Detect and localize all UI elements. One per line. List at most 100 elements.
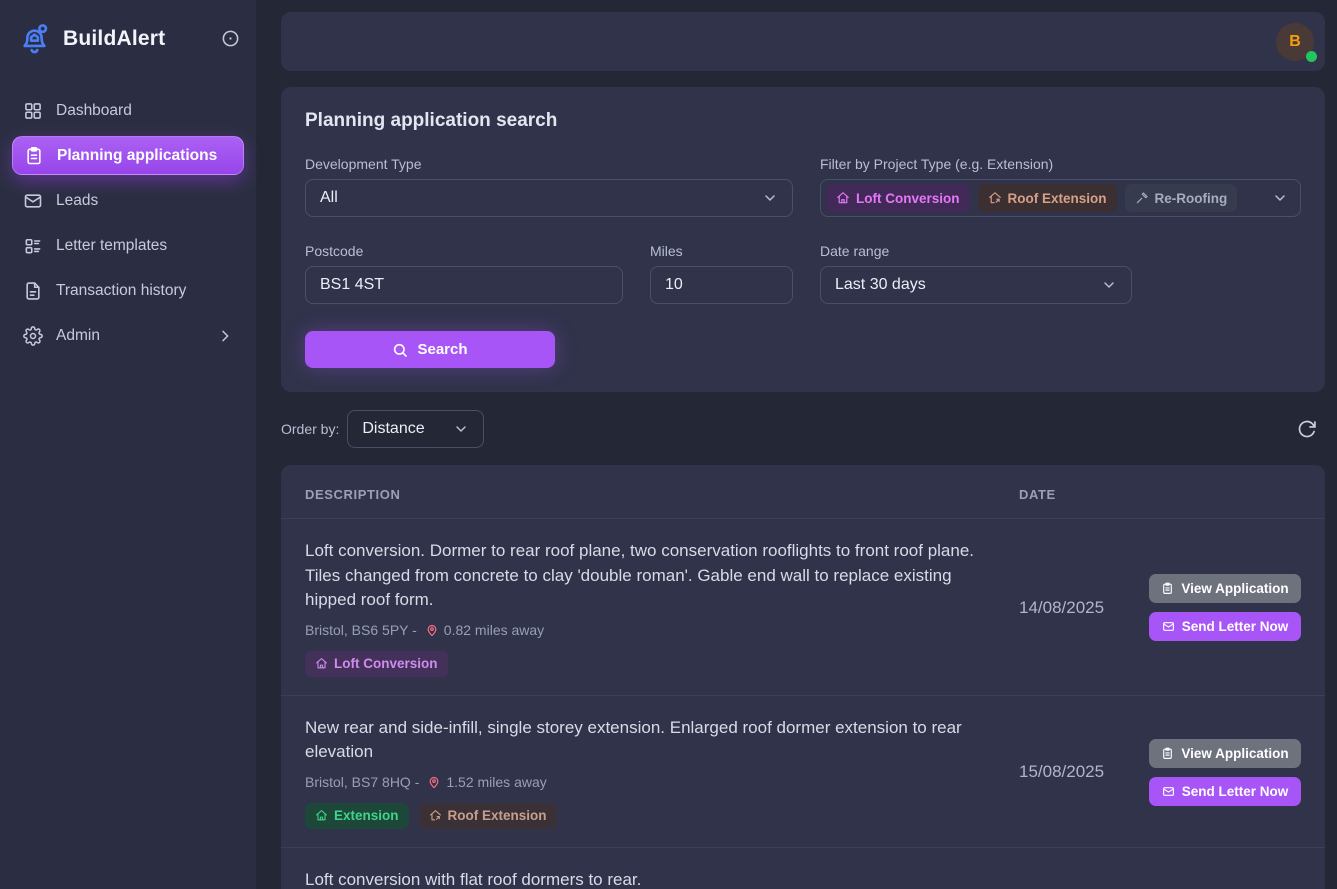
tag-roof-extension: Roof Extension <box>419 803 557 829</box>
mail-icon <box>1162 620 1175 633</box>
send-letter-now-label: Send Letter Now <box>1182 619 1289 634</box>
map-pin-icon <box>427 775 441 789</box>
avatar-initial: B <box>1289 33 1301 51</box>
sidebar-nav: Dashboard Planning applications Leads <box>0 91 256 355</box>
chevron-down-icon <box>1101 277 1117 293</box>
date-range-label: Date range <box>820 243 1132 259</box>
clipboard-icon <box>1161 582 1174 595</box>
sidebar-item-label: Dashboard <box>56 102 132 120</box>
chip-label: Loft Conversion <box>856 191 960 206</box>
sidebar-item-leads[interactable]: Leads <box>12 181 244 220</box>
sidebar-item-label: Admin <box>56 327 100 345</box>
template-list-icon <box>23 236 43 256</box>
sidebar-item-planning-applications[interactable]: Planning applications <box>12 136 244 175</box>
sidebar-collapse-icon[interactable] <box>221 29 240 48</box>
postcode-label: Postcode <box>305 243 623 259</box>
postcode-input[interactable] <box>305 266 623 304</box>
sidebar-item-dashboard[interactable]: Dashboard <box>12 91 244 130</box>
order-by-select[interactable]: Distance <box>347 410 483 448</box>
tag-label: Extension <box>334 808 399 823</box>
application-date: 15/08/2025 <box>1019 762 1137 782</box>
application-distance: 0.82 miles away <box>444 622 544 638</box>
brand-logo[interactable]: BuildAlert <box>0 0 256 69</box>
search-icon <box>392 342 408 358</box>
result-row: New rear and side-infill, single storey … <box>281 696 1325 848</box>
view-application-label: View Application <box>1181 746 1288 761</box>
application-date: 14/08/2025 <box>1019 598 1137 618</box>
chevron-right-icon <box>217 328 233 344</box>
sidebar-item-letter-templates[interactable]: Letter templates <box>12 226 244 265</box>
bell-house-logo-icon <box>16 20 53 57</box>
chevron-down-icon <box>1272 190 1288 206</box>
date-range-value: Last 30 days <box>835 276 926 294</box>
tag-label: Roof Extension <box>448 808 547 823</box>
chevron-down-icon <box>453 421 469 437</box>
send-letter-now-label: Send Letter Now <box>1182 784 1289 799</box>
sidebar: BuildAlert Dashboard Pla <box>0 0 256 889</box>
send-letter-now-button[interactable]: Send Letter Now <box>1149 612 1301 641</box>
view-application-button[interactable]: View Application <box>1149 739 1301 768</box>
mail-icon <box>1162 785 1175 798</box>
results-table: DESCRIPTION DATE Loft conversion. Dormer… <box>281 465 1325 889</box>
application-location: Bristol, BS7 8HQ - <box>305 774 419 790</box>
brand-name: BuildAlert <box>63 27 165 51</box>
chip-label: Roof Extension <box>1008 191 1107 206</box>
send-letter-now-button[interactable]: Send Letter Now <box>1149 777 1301 806</box>
view-application-button[interactable]: View Application <box>1149 574 1301 603</box>
tag-extension: Extension <box>305 803 409 829</box>
planning-search-panel: Planning application search Development … <box>281 87 1325 392</box>
mail-icon <box>23 191 43 211</box>
application-description: Loft conversion with flat roof dormers t… <box>305 868 1007 889</box>
sidebar-item-label: Planning applications <box>57 147 217 165</box>
application-description: New rear and side-infill, single storey … <box>305 716 1007 765</box>
search-button-label: Search <box>417 341 467 358</box>
miles-input[interactable] <box>650 266 793 304</box>
dashboard-icon <box>23 101 43 121</box>
application-distance: 1.52 miles away <box>446 774 546 790</box>
application-location: Bristol, BS6 5PY - <box>305 622 417 638</box>
sidebar-item-label: Letter templates <box>56 237 167 255</box>
topbar: B <box>281 12 1325 71</box>
clipboard-icon <box>24 146 44 166</box>
page-title: Planning application search <box>305 110 1301 132</box>
search-button[interactable]: Search <box>305 331 555 368</box>
project-type-filter-label: Filter by Project Type (e.g. Extension) <box>820 156 1301 172</box>
sidebar-item-admin[interactable]: Admin <box>12 316 244 355</box>
chip-label: Re-Roofing <box>1155 191 1228 206</box>
development-type-value: All <box>320 189 338 207</box>
user-avatar[interactable]: B <box>1276 23 1314 61</box>
development-type-label: Development Type <box>305 156 793 172</box>
sidebar-item-label: Transaction history <box>56 282 186 300</box>
table-header: DESCRIPTION DATE <box>281 465 1325 519</box>
house-icon <box>836 191 850 205</box>
hammer-icon <box>1135 191 1149 205</box>
application-description: Loft conversion. Dormer to rear roof pla… <box>305 539 1007 613</box>
main-content: B Planning application search Developmen… <box>256 0 1337 889</box>
development-type-select[interactable]: All <box>305 179 793 217</box>
map-pin-icon <box>425 623 439 637</box>
date-range-select[interactable]: Last 30 days <box>820 266 1132 304</box>
order-by-label: Order by: <box>281 421 339 437</box>
chip-roof-extension[interactable]: Roof Extension <box>978 184 1117 212</box>
chip-re-roofing[interactable]: Re-Roofing <box>1125 184 1238 212</box>
clipboard-icon <box>1161 747 1174 760</box>
chevron-down-icon <box>762 190 778 206</box>
order-by-value: Distance <box>362 420 424 438</box>
house-icon <box>315 809 328 822</box>
tag-loft-conversion: Loft Conversion <box>305 651 448 677</box>
result-row: Loft conversion with flat roof dormers t… <box>281 848 1325 889</box>
gear-icon <box>23 326 43 346</box>
house-icon <box>315 657 328 670</box>
sidebar-item-label: Leads <box>56 192 98 210</box>
online-status-dot <box>1306 51 1317 62</box>
result-row: Loft conversion. Dormer to rear roof pla… <box>281 519 1325 696</box>
tag-label: Loft Conversion <box>334 656 438 671</box>
roof-extension-icon <box>988 191 1002 205</box>
sidebar-item-transaction-history[interactable]: Transaction history <box>12 271 244 310</box>
miles-label: Miles <box>650 243 793 259</box>
chip-loft-conversion[interactable]: Loft Conversion <box>826 184 970 212</box>
project-type-multiselect[interactable]: Loft Conversion Roof Extension Re-Roofin… <box>820 179 1301 217</box>
refresh-icon[interactable] <box>1297 419 1317 439</box>
view-application-label: View Application <box>1181 581 1288 596</box>
column-description: DESCRIPTION <box>305 487 1007 502</box>
